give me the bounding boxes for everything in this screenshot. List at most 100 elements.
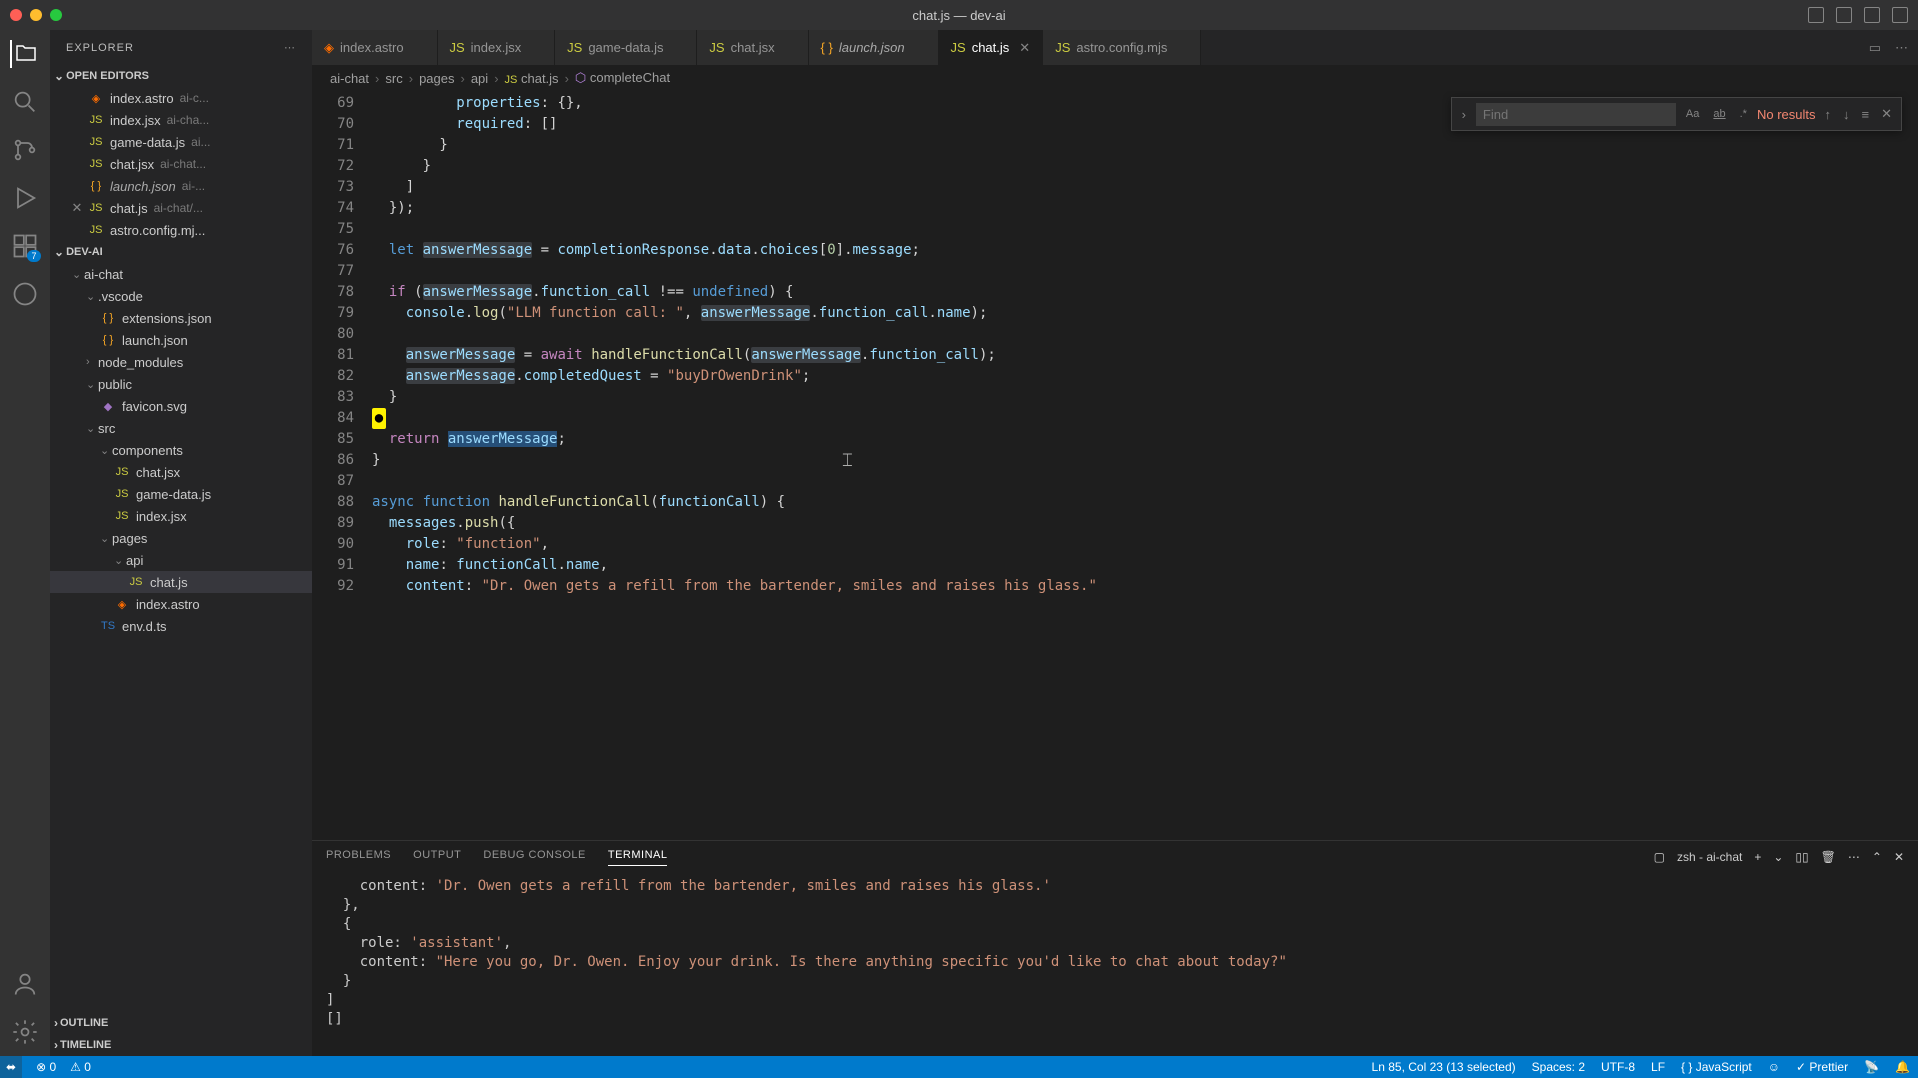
close-tab-icon[interactable]: ✕	[1019, 40, 1030, 56]
toggle-panel-icon[interactable]	[1808, 7, 1824, 23]
editor-tab[interactable]: { }launch.json✕	[809, 30, 939, 65]
eol[interactable]: LF	[1651, 1060, 1665, 1074]
accounts-activity-icon[interactable]	[11, 970, 39, 998]
open-editor-item[interactable]: ✕JSchat.jsai-chat/...	[50, 197, 312, 219]
breadcrumb-segment[interactable]: api	[471, 71, 488, 86]
panel-tab-debug-console[interactable]: DEBUG CONSOLE	[483, 849, 585, 866]
run-debug-activity-icon[interactable]	[11, 184, 39, 212]
project-section[interactable]: ⌄ DEV-AI	[50, 241, 312, 263]
folder-item[interactable]: ⌄ pages	[50, 527, 312, 549]
split-editor-icon[interactable]: ▭	[1869, 40, 1881, 56]
maximize-panel-icon[interactable]: ⌃	[1872, 850, 1882, 864]
panel-more-icon[interactable]: ⋯	[1848, 850, 1860, 864]
breadcrumb-segment[interactable]: pages	[419, 71, 454, 86]
find-filter-icon[interactable]: ≡	[1859, 107, 1873, 122]
toggle-secondary-sidebar-icon[interactable]	[1864, 7, 1880, 23]
panel-tab-terminal[interactable]: TERMINAL	[608, 849, 668, 866]
more-actions-icon[interactable]: ⋯	[1895, 40, 1908, 56]
cursor-position[interactable]: Ln 85, Col 23 (13 selected)	[1372, 1060, 1516, 1074]
breadcrumb-segment[interactable]: JS chat.js	[505, 71, 559, 86]
whole-word-icon[interactable]: ab	[1709, 106, 1729, 122]
language-mode[interactable]: { } JavaScript	[1681, 1060, 1752, 1074]
explorer-activity-icon[interactable]	[10, 40, 38, 68]
editor-tab[interactable]: JSchat.jsx✕	[697, 30, 808, 65]
file-item[interactable]: ◈index.astro	[50, 593, 312, 615]
folder-item[interactable]: › node_modules	[50, 351, 312, 373]
split-terminal-icon[interactable]: ▯▯	[1795, 850, 1808, 864]
file-item[interactable]: ◆favicon.svg	[50, 395, 312, 417]
encoding[interactable]: UTF-8	[1601, 1060, 1635, 1074]
breadcrumb-segment[interactable]: ⬡ completeChat	[575, 70, 670, 86]
prettier-status[interactable]: ✓ Prettier	[1796, 1060, 1848, 1074]
open-editor-item[interactable]: JSchat.jsxai-chat...	[50, 153, 312, 175]
folder-item[interactable]: ⌄ api	[50, 549, 312, 571]
breadcrumb-segment[interactable]: src	[385, 71, 402, 86]
editor-tab[interactable]: ◈index.astro✕	[312, 30, 438, 65]
open-editor-item[interactable]: JSastro.config.mj...	[50, 219, 312, 241]
open-editor-item[interactable]: ◈index.astroai-c...	[50, 87, 312, 109]
explorer-more-icon[interactable]: ⋯	[284, 41, 296, 54]
open-editors-section[interactable]: ⌄ OPEN EDITORS	[50, 65, 312, 87]
match-case-icon[interactable]: Aa	[1682, 106, 1703, 122]
terminal-dropdown-icon[interactable]: ⌄	[1773, 850, 1783, 864]
kill-terminal-icon[interactable]: 🗑	[1821, 850, 1836, 864]
folder-item[interactable]: ⌄ public	[50, 373, 312, 395]
find-prev-icon[interactable]: ↑	[1822, 107, 1835, 122]
folder-item[interactable]: ⌄ src	[50, 417, 312, 439]
find-input[interactable]	[1476, 103, 1676, 126]
settings-activity-icon[interactable]	[11, 1018, 39, 1046]
panel-tab-output[interactable]: OUTPUT	[413, 849, 461, 866]
extensions-activity-icon[interactable]: 7	[11, 232, 39, 260]
feedback-icon[interactable]: ☺	[1768, 1060, 1780, 1074]
file-item[interactable]: JSgame-data.js	[50, 483, 312, 505]
open-editor-item[interactable]: JSindex.jsxai-cha...	[50, 109, 312, 131]
toggle-sidebar-icon[interactable]	[1836, 7, 1852, 23]
search-activity-icon[interactable]	[11, 88, 39, 116]
tab-label: launch.json	[839, 40, 905, 55]
folder-item[interactable]: ⌄ ai-chat	[50, 263, 312, 285]
customize-layout-icon[interactable]	[1892, 7, 1908, 23]
source-control-activity-icon[interactable]	[11, 136, 39, 164]
notifications-icon[interactable]: 🔔	[1895, 1060, 1910, 1074]
close-window-button[interactable]	[10, 9, 22, 21]
live-share-icon[interactable]: 📡	[1864, 1060, 1879, 1074]
find-close-icon[interactable]: ✕	[1878, 106, 1895, 122]
indentation[interactable]: Spaces: 2	[1532, 1060, 1585, 1074]
close-icon[interactable]: ✕	[70, 200, 84, 216]
find-next-icon[interactable]: ↓	[1840, 107, 1853, 122]
folder-item[interactable]: ⌄ components	[50, 439, 312, 461]
breadcrumb[interactable]: ai-chat›src›pages›api›JS chat.js›⬡ compl…	[312, 65, 1918, 91]
editor-tab[interactable]: JSastro.config.mjs✕	[1043, 30, 1201, 65]
file-item[interactable]: TSenv.d.ts	[50, 615, 312, 637]
breadcrumb-segment[interactable]: ai-chat	[330, 71, 369, 86]
editor-tab[interactable]: JSgame-data.js✕	[555, 30, 697, 65]
find-expand-icon[interactable]: ›	[1458, 107, 1470, 122]
minimize-window-button[interactable]	[30, 9, 42, 21]
file-item[interactable]: JSchat.jsx	[50, 461, 312, 483]
warnings-count[interactable]: ⚠ 0	[70, 1060, 91, 1074]
remote-indicator[interactable]: ⬌	[0, 1056, 22, 1078]
file-item[interactable]: { }extensions.json	[50, 307, 312, 329]
folder-item[interactable]: ⌄ .vscode	[50, 285, 312, 307]
file-item[interactable]: { }launch.json	[50, 329, 312, 351]
code-content[interactable]: properties: {}, required: [] } } ] }); l…	[372, 91, 1918, 840]
new-terminal-icon[interactable]: +	[1754, 850, 1761, 864]
regex-icon[interactable]: .*	[1736, 106, 1751, 122]
close-panel-icon[interactable]: ✕	[1894, 850, 1904, 864]
file-item[interactable]: JSindex.jsx	[50, 505, 312, 527]
panel-tab-problems[interactable]: PROBLEMS	[326, 849, 391, 866]
code-editor[interactable]: 6970717273747576777879808182838485868788…	[312, 91, 1918, 840]
terminal-shell-label[interactable]: zsh - ai-chat	[1677, 850, 1742, 864]
open-editor-item[interactable]: JSgame-data.jsai...	[50, 131, 312, 153]
edge-activity-icon[interactable]	[11, 280, 39, 308]
terminal-shell-icon[interactable]: ▢	[1654, 850, 1665, 864]
file-item[interactable]: JSchat.js	[50, 571, 312, 593]
maximize-window-button[interactable]	[50, 9, 62, 21]
timeline-section[interactable]: › TIMELINE	[50, 1034, 312, 1056]
terminal-output[interactable]: content: 'Dr. Owen gets a refill from th…	[312, 873, 1918, 1056]
open-editor-item[interactable]: { }launch.jsonai-...	[50, 175, 312, 197]
errors-count[interactable]: ⊗ 0	[36, 1060, 56, 1074]
editor-tab[interactable]: JSchat.js✕	[939, 30, 1044, 65]
editor-tab[interactable]: JSindex.jsx✕	[438, 30, 556, 65]
outline-section[interactable]: › OUTLINE	[50, 1012, 312, 1034]
